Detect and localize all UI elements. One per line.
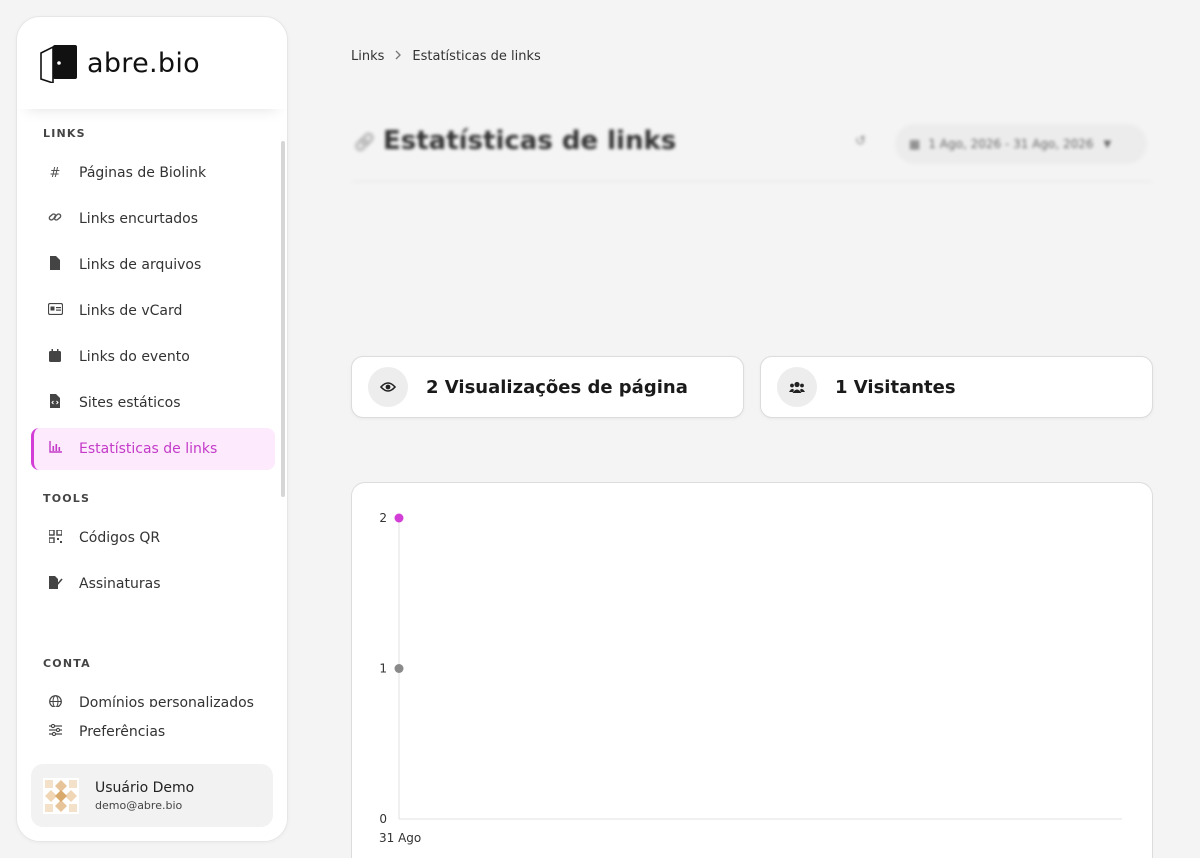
sidebar-item-biolink-pages[interactable]: # Páginas de Biolink bbox=[31, 152, 275, 194]
sidebar-item-label: Links encurtados bbox=[79, 211, 199, 227]
y-tick-label: 0 bbox=[379, 812, 387, 826]
file-code-icon bbox=[43, 394, 67, 412]
pageviews-card: 2 Visualizações de página bbox=[351, 356, 744, 418]
sidebar-item-event-links[interactable]: Links do evento bbox=[31, 336, 275, 378]
sidebar-item-short-links[interactable]: Links encurtados bbox=[31, 198, 275, 240]
page-title: Estatísticas de links bbox=[383, 126, 677, 156]
sidebar-item-preferences[interactable]: Preferências bbox=[31, 711, 275, 753]
breadcrumb-links[interactable]: Links bbox=[351, 49, 384, 64]
sidebar-item-label: Sites estáticos bbox=[79, 395, 181, 411]
sidebar-nav: LINKS # Páginas de Biolink Links encurta… bbox=[17, 121, 287, 721]
date-range-value: 1 Ago, 2026 - 31 Ago, 2026 bbox=[928, 137, 1094, 151]
sidebar: abre.bio LINKS # Páginas de Biolink Link… bbox=[16, 16, 288, 842]
sidebar-item-label: Páginas de Biolink bbox=[79, 165, 207, 181]
logo-text: abre.bio bbox=[87, 47, 200, 79]
sidebar-item-label: Assinaturas bbox=[79, 576, 161, 592]
y-tick-label: 1 bbox=[379, 662, 387, 676]
sidebar-item-signatures[interactable]: Assinaturas bbox=[31, 563, 275, 605]
sidebar-item-label: Links de vCard bbox=[79, 303, 183, 319]
chart-icon bbox=[43, 441, 67, 457]
reset-icon[interactable]: ↺ bbox=[855, 134, 866, 149]
section-title-conta: CONTA bbox=[43, 657, 91, 670]
calendar-icon bbox=[43, 348, 67, 366]
visitors-card: 1 Visitantes bbox=[760, 356, 1153, 418]
section-title-tools: TOOLS bbox=[43, 492, 91, 505]
eye-icon bbox=[368, 367, 408, 407]
sidebar-item-label: Estatísticas de links bbox=[79, 441, 218, 457]
section-title-links: LINKS bbox=[43, 127, 86, 140]
sidebar-scrollbar[interactable] bbox=[281, 141, 285, 497]
y-tick-label: 2 bbox=[379, 511, 387, 525]
chart-card: 0 1 2 31 Ago bbox=[351, 482, 1153, 858]
sidebar-item-label: Códigos QR bbox=[79, 530, 161, 546]
link-icon: 🔗︎ bbox=[353, 132, 376, 153]
user-card[interactable]: Usuário Demo demo@abre.bio bbox=[31, 764, 273, 827]
sliders-icon bbox=[43, 723, 67, 740]
sidebar-item-static-sites[interactable]: Sites estáticos bbox=[31, 382, 275, 424]
file-icon bbox=[43, 256, 67, 274]
sidebar-item-qr-codes[interactable]: Códigos QR bbox=[31, 517, 275, 559]
caret-down-icon: ▼ bbox=[1103, 138, 1112, 150]
sidebar-item-label: Links do evento bbox=[79, 349, 190, 365]
sidebar-item-label: Preferências bbox=[79, 724, 166, 740]
visitors-value: 1 Visitantes bbox=[835, 376, 956, 398]
data-point bbox=[394, 513, 404, 523]
chevron-right-icon bbox=[394, 48, 402, 64]
qr-code-icon bbox=[43, 528, 67, 547]
page-header: 🔗︎ Estatísticas de links ↺ ▦ 1 Ago, 2026… bbox=[351, 120, 1153, 182]
signature-icon bbox=[43, 575, 67, 593]
avatar bbox=[43, 777, 79, 814]
sidebar-bottom: Preferências Usuário Demo demo@abre.bio bbox=[17, 707, 287, 841]
breadcrumb: Links Estatísticas de links bbox=[351, 48, 541, 64]
logo[interactable]: abre.bio bbox=[17, 17, 287, 109]
data-point bbox=[394, 664, 404, 673]
sidebar-item-link-statistics[interactable]: Estatísticas de links bbox=[31, 428, 275, 470]
sidebar-item-label: Links de arquivos bbox=[79, 257, 202, 273]
pageviews-value: 2 Visualizações de página bbox=[426, 376, 688, 398]
user-name: Usuário Demo bbox=[95, 779, 195, 796]
hash-icon: # bbox=[49, 165, 61, 181]
sidebar-item-file-links[interactable]: Links de arquivos bbox=[31, 244, 275, 286]
line-chart: 0 1 2 31 Ago bbox=[379, 511, 1122, 845]
calendar-icon: ▦ bbox=[909, 137, 921, 151]
user-email: demo@abre.bio bbox=[95, 798, 183, 812]
users-icon bbox=[777, 367, 817, 407]
breadcrumb-current: Estatísticas de links bbox=[412, 48, 541, 64]
x-tick-label: 31 Ago bbox=[379, 831, 421, 845]
link-icon bbox=[43, 210, 67, 228]
id-card-icon bbox=[43, 302, 67, 319]
sidebar-item-vcard-links[interactable]: Links de vCard bbox=[31, 290, 275, 332]
logo-door-icon bbox=[39, 43, 79, 85]
date-range-picker[interactable]: ▦ 1 Ago, 2026 - 31 Ago, 2026 ▼ bbox=[895, 124, 1147, 164]
